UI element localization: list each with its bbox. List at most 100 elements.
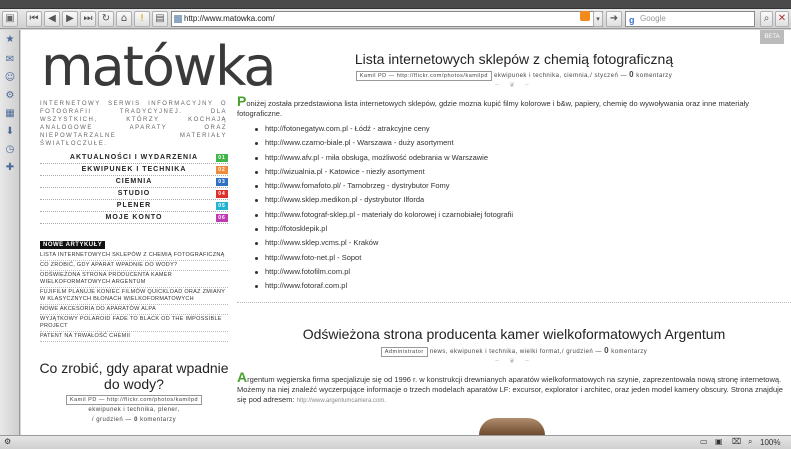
list-item[interactable]: http://www.afv.pl - miła obsługa, możliw… (255, 151, 775, 165)
search-go-icon[interactable]: ⌕ (760, 11, 773, 27)
settings-icon[interactable]: ⚙ (4, 90, 16, 102)
download-icon[interactable]: ⬇ (4, 126, 16, 138)
status-images-icon[interactable]: ▣ (715, 437, 723, 446)
star-icon[interactable]: ★ (4, 34, 16, 46)
add-icon[interactable]: ✚ (4, 162, 16, 174)
shop-link-list: http://fotonegatyw.com.pl - Łódź - atrak… (255, 122, 775, 294)
zoom-icon[interactable]: ⌕ (748, 437, 752, 447)
status-bar: ⚙ ▭ ▣ ⌧ ⌕ 100% (0, 435, 791, 449)
list-item[interactable]: http://www.fotograf-sklep.pl - materiały… (255, 208, 775, 222)
post-comments-count[interactable]: 0 (604, 346, 609, 355)
favicon-icon (174, 15, 182, 23)
list-item[interactable]: http://www.fotoraf.com.pl (255, 279, 775, 293)
browser-window: ▣ ⏮ ◀ ▶ ⏭ ↻ ⌂ ! ▤ http://www.matowka.com… (0, 0, 791, 449)
new-article-link[interactable]: CO ZROBIĆ, GDY APARAT WPADNIE DO WODY? (40, 261, 228, 271)
zoom-level[interactable]: 100% (760, 438, 780, 447)
menu-item-label: AKTUALNOŚCI I WYDARZENIA (69, 154, 199, 161)
new-article-link[interactable]: NOWE AKCESORIA DO APARATÓW ALPA (40, 305, 228, 315)
dropcap: A (237, 369, 248, 385)
list-item[interactable]: http://www.fotofilm.com.pl (255, 265, 775, 279)
go-icon[interactable]: ➜ (606, 11, 622, 27)
mail-icon[interactable]: ✉ (4, 54, 16, 66)
menu-item-ekwipunek[interactable]: EKWIPUNEK I TECHNIKA 02 (40, 164, 228, 176)
list-item[interactable]: http://www.foto-net.pl - Sopot (255, 251, 775, 265)
post-intro: Argentum węgierska firma specjalizuje si… (237, 369, 791, 406)
status-page-icon[interactable]: ⌧ (732, 437, 741, 446)
address-bar[interactable]: http://www.matowka.com/ (171, 11, 603, 27)
argentum-link[interactable]: http://www.argentumcamera.com. (297, 398, 386, 404)
menu-item-label: STUDIO (117, 190, 151, 197)
list-item[interactable]: http://www.czarno-biale.pl - Warszawa - … (255, 136, 775, 150)
post-title[interactable]: Odświeżona strona producenta kamer wielk… (237, 326, 791, 342)
list-item[interactable]: http://www.sklep.medikon.pl - dystrybuto… (255, 193, 775, 207)
bookmarks-icon[interactable]: ▤ (152, 11, 168, 27)
left-post-date: / grudzień — (91, 417, 132, 423)
menu-item-number: 03 (216, 178, 228, 186)
list-item[interactable]: http://fotonegatyw.com.pl - Łódź - atrak… (255, 122, 775, 136)
home-icon[interactable]: ⌂ (116, 11, 132, 27)
menu-item-number: 05 (216, 202, 228, 210)
post-tags: news, ekwipunek i technika, wielki forma… (429, 349, 602, 355)
dropcap: P (237, 93, 247, 109)
rss-icon[interactable] (580, 11, 590, 21)
post-meta: Administrator news, ekwipunek i technika… (237, 346, 791, 357)
list-item[interactable]: http://wizualnia.pl - Katowice - niezły … (255, 165, 775, 179)
left-post-credit[interactable]: Kamil PD — http://flickr.com/photos/kami… (65, 395, 203, 405)
left-sidebar-panel: ★ ✉ ☺ ⚙ ▦ ⬇ ◷ ✚ (0, 30, 20, 435)
new-articles-list: LISTA INTERNETOWYCH SKLEPÓW Z CHEMIĄ FOT… (40, 251, 228, 342)
menu-item-studio[interactable]: STUDIO 04 (40, 188, 228, 200)
exclamation-icon[interactable]: ! (134, 11, 150, 27)
post-comments-label[interactable]: komentarzy (611, 349, 647, 355)
status-view-icon[interactable]: ▭ (700, 437, 708, 446)
notes-icon[interactable]: ▦ (4, 108, 16, 120)
menu-item-number: 06 (216, 214, 228, 222)
close-icon[interactable]: ✕ (775, 11, 789, 27)
back-icon[interactable]: ◀ (44, 11, 60, 27)
forward-last-icon[interactable]: ⏭ (80, 11, 96, 27)
list-item[interactable]: http://fotosklepik.pl (255, 222, 775, 236)
left-post-comments-label[interactable]: komentarzy (140, 417, 176, 423)
menu-item-label: MOJE KONTO (105, 214, 163, 221)
search-box[interactable]: g Google (625, 11, 755, 27)
new-article-link[interactable]: FUJIFILM PLANUJE KONIEC FILMÓW QUICKLOAD… (40, 288, 228, 305)
new-article-link[interactable]: LISTA INTERNETOWYCH SKLEPÓW Z CHEMIĄ FOT… (40, 251, 228, 261)
post-intro: Poniżej została przedstawiona lista inte… (237, 93, 791, 119)
post-title[interactable]: Lista internetowych sklepów z chemią fot… (237, 51, 791, 67)
post-credit[interactable]: Kamil PD — http://flickr.com/photos/kami… (355, 71, 492, 81)
ornament-divider: ~ ❦ ~ (495, 358, 533, 365)
menu-item-ciemnia[interactable]: CIEMNIA 03 (40, 176, 228, 188)
left-post-meta: Kamil PD — http://flickr.com/photos/kami… (35, 395, 233, 425)
post-separator (237, 302, 791, 303)
post-credit[interactable]: Administrator (380, 347, 428, 357)
post-intro-text: oniżej została przedstawiona lista inter… (237, 99, 749, 118)
post-comments-count[interactable]: 0 (629, 70, 634, 79)
status-settings-icon[interactable]: ⚙ (4, 437, 11, 446)
forward-icon[interactable]: ▶ (62, 11, 78, 27)
url-dropdown-icon[interactable]: ▾ (593, 11, 603, 27)
url-text: http://www.matowka.com/ (184, 14, 275, 23)
reload-icon[interactable]: ↻ (98, 11, 114, 27)
menu-item-label: EKWIPUNEK I TECHNIKA (81, 166, 187, 173)
page-content: matówka INTERNETOWY SERWIS INFORMACYJNY … (21, 30, 791, 435)
back-first-icon[interactable]: ⏮ (26, 11, 42, 27)
new-articles-heading: NOWE ARTYKUŁY (40, 241, 106, 249)
user-icon[interactable]: ☺ (4, 72, 16, 84)
new-article-link[interactable]: WYJĄTKOWY POLAROID FADE TO BLACK OD THE … (40, 315, 228, 332)
new-article-link[interactable]: ODŚWIEŻONA STRONA PRODUCENTA KAMER WIELK… (40, 271, 228, 288)
list-item[interactable]: http://www.fomafoto.pl/ - Tarnobrzeg - d… (255, 179, 775, 193)
left-post-comments-count[interactable]: 0 (134, 417, 138, 423)
clock-icon[interactable]: ◷ (4, 144, 16, 156)
search-placeholder: Google (640, 14, 666, 23)
menu-item-number: 04 (216, 190, 228, 198)
menu-item-moje-konto[interactable]: MOJE KONTO 06 (40, 212, 228, 224)
navigation-toolbar: ▣ ⏮ ◀ ▶ ⏭ ↻ ⌂ ! ▤ http://www.matowka.com… (0, 9, 791, 29)
menu-item-aktualnosci[interactable]: AKTUALNOŚCI I WYDARZENIA 01 (40, 152, 228, 164)
left-post-tags: ekwipunek i technika, plener, (88, 407, 180, 413)
post-comments-label[interactable]: komentarzy (636, 73, 672, 79)
tab-bar (0, 0, 791, 9)
sidebar-toggle-icon[interactable]: ▣ (2, 11, 18, 27)
new-article-link[interactable]: PATENT NA TRWAŁOŚĆ CHEMII (40, 332, 228, 342)
menu-item-plener[interactable]: PLENER 05 (40, 200, 228, 212)
left-post-title[interactable]: Co zrobić, gdy aparat wpadnie do wody? (35, 360, 233, 392)
list-item[interactable]: http://www.sklep.vcms.pl - Kraków (255, 236, 775, 250)
